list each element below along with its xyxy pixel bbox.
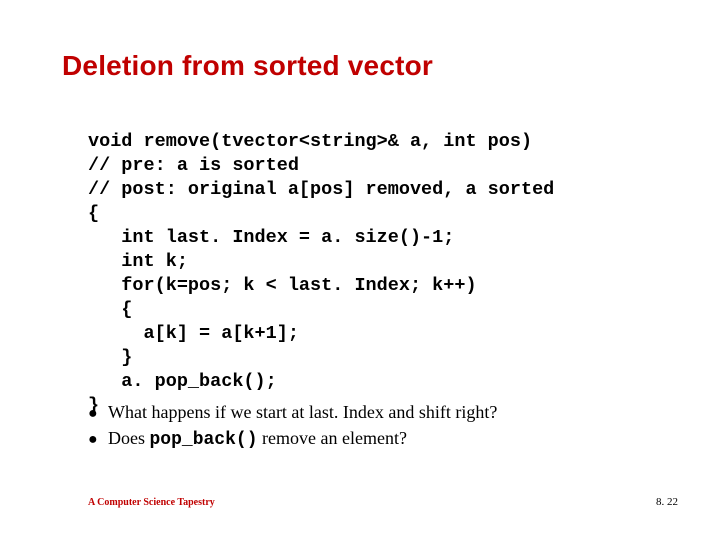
page-number: 8. 22 [656,496,678,508]
slide: Deletion from sorted vector void remove(… [0,0,720,540]
bullet-text-part: What happens if we start at last. Index … [108,402,497,422]
bullet-text: Does pop_back() remove an element? [108,426,407,452]
bullet-code-part: pop_back() [150,430,258,450]
bullet-list: ● What happens if we start at last. Inde… [88,400,497,452]
bullet-dot-icon: ● [88,402,108,426]
bullet-item: ● Does pop_back() remove an element? [88,426,497,452]
footer-source: A Computer Science Tapestry [88,497,215,508]
bullet-text: What happens if we start at last. Index … [108,400,497,424]
slide-title: Deletion from sorted vector [62,50,433,82]
bullet-text-part: Does [108,428,150,448]
bullet-item: ● What happens if we start at last. Inde… [88,400,497,426]
bullet-dot-icon: ● [88,428,108,452]
code-block: void remove(tvector<string>& a, int pos)… [88,130,554,418]
bullet-text-part: remove an element? [258,428,407,448]
